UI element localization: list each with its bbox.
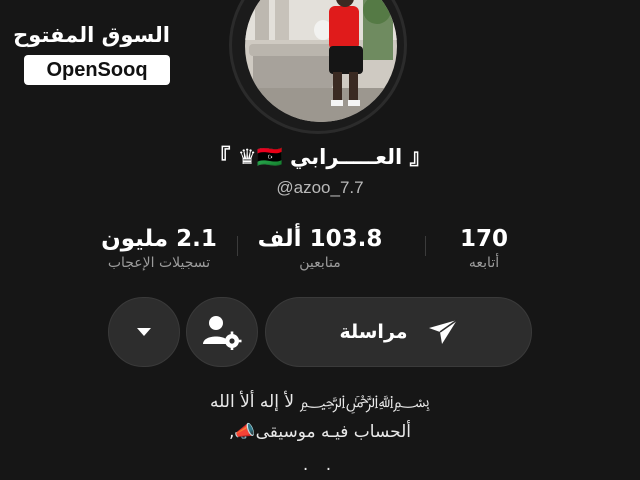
stat-divider [425,236,426,256]
message-button[interactable]: مراسلة [265,297,532,367]
bio-line-2: ألحساب فيـه موسيقى📣, [229,422,411,442]
stat-likes-value: 2.1 مليون [101,226,217,252]
watermark-english: OpenSooq [24,55,170,85]
profile-handle: @azoo_7.7 [276,178,364,197]
stat-following-label: أتابعه [468,255,500,271]
profile-name: 『 العـــــرابي 🇱🇾♛ 』 [209,145,431,169]
message-button-label: مراسلة [339,321,408,343]
stat-following-value: 170 [459,226,508,252]
stat-likes-label: تسجيلات الإعجاب [107,255,211,271]
caret-down-icon [137,328,151,336]
opensooq-watermark: السوق المفتوح OpenSooq [13,22,170,85]
bio-line-3: . . [302,455,338,475]
bio-line-1: ﷽ لأ إله ألأ الله [210,392,430,412]
watermark-arabic: السوق المفتوح [13,23,170,47]
person-settings-icon [203,316,242,350]
add-friend-settings-button[interactable] [186,297,258,367]
stat-followers-label: متابعين [299,255,341,271]
stat-likes[interactable]: 2.1 مليون تسجيلات الإعجاب [84,226,234,271]
stat-followers-value: 103.8 ألف [257,226,383,252]
send-icon [428,319,457,344]
stat-following[interactable]: 170 أتابعه [432,226,536,271]
more-dropdown-button[interactable] [108,297,180,367]
stat-divider [237,236,238,256]
stat-followers[interactable]: 103.8 ألف متابعين [245,226,395,271]
